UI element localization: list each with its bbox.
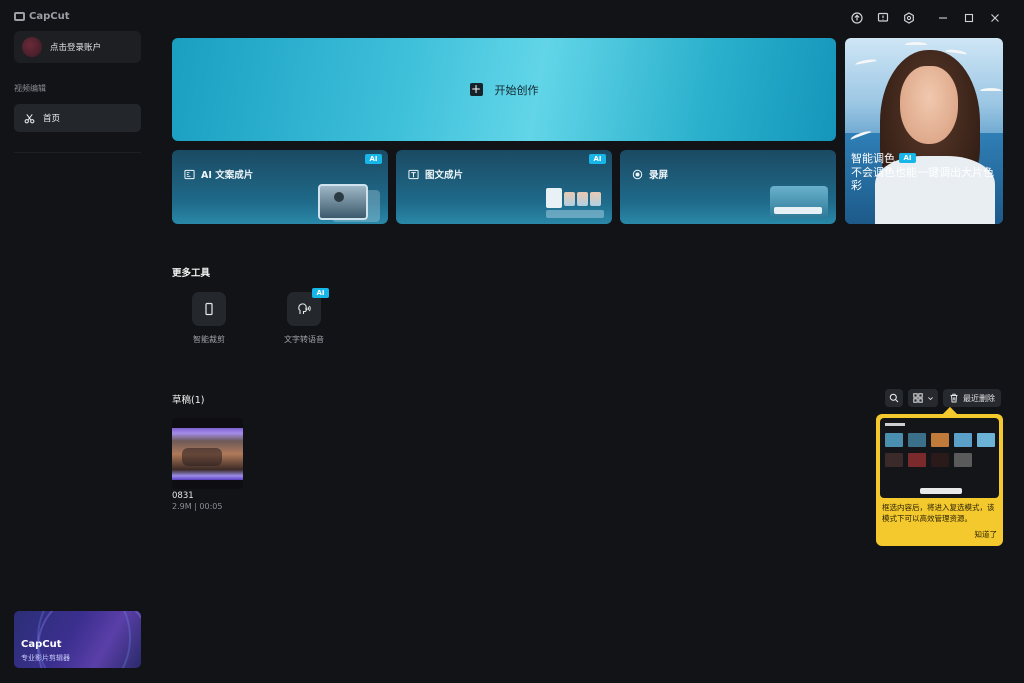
maximize-icon[interactable]	[956, 10, 982, 26]
feature-label: 录屏	[649, 170, 669, 181]
draft-name: 0831	[172, 491, 194, 501]
start-creating-label: 开始创作	[494, 83, 539, 97]
ai-badge: AI	[899, 153, 916, 163]
seagull	[854, 58, 878, 68]
record-icon	[632, 169, 643, 179]
promo-title: CapCut	[21, 639, 62, 650]
smart-color-card[interactable]: 智能调色 AI 不会调色也能一键调出大片色彩	[845, 38, 1003, 224]
portrait-face	[900, 66, 958, 144]
seagull	[905, 42, 927, 48]
card-subtitle: 不会调色也能一键调出大片色彩	[851, 166, 994, 192]
speech-icon	[298, 303, 311, 314]
minimize-icon[interactable]	[930, 10, 956, 26]
drafts-title: 草稿(1)	[172, 395, 205, 406]
trash-icon	[950, 393, 958, 403]
view-toggle-button[interactable]	[908, 389, 938, 407]
tool-text-to-speech[interactable]: AI 文字转语音	[264, 288, 344, 345]
ai-badge: AI	[312, 288, 329, 298]
sidebar-item-home[interactable]: 首页	[14, 104, 141, 132]
promo-banner[interactable]: CapCut 专业影片剪辑器	[14, 611, 141, 668]
close-icon[interactable]	[982, 10, 1008, 26]
tool-label: 文字转语音	[284, 335, 324, 344]
avatar	[22, 37, 42, 57]
grid-view-icon	[912, 393, 923, 403]
preview-recorder	[770, 186, 828, 218]
tooltip-confirm-button[interactable]: 知道了	[975, 529, 998, 540]
draft-item[interactable]	[172, 418, 243, 489]
multi-select-tooltip: 框选内容后，将进入复选模式，该模式下可以高效管理资源。 知道了	[876, 414, 1003, 546]
login-button[interactable]: 点击登录账户	[14, 31, 141, 63]
scissors-icon	[24, 113, 35, 123]
tool-smart-crop[interactable]: 智能裁剪	[169, 292, 249, 345]
preview-thumbnail	[318, 184, 368, 220]
ai-badge: AI	[589, 154, 606, 164]
ai-badge: AI	[365, 154, 382, 164]
feedback-icon[interactable]	[870, 10, 896, 26]
preview-bar	[546, 210, 604, 218]
draft-meta: 2.9M | 00:05	[172, 502, 223, 511]
image-text-icon	[408, 169, 419, 179]
divider	[14, 152, 141, 153]
seagull	[980, 88, 1002, 94]
chevron-down-icon	[927, 396, 933, 400]
more-tools-title: 更多工具	[172, 268, 211, 279]
feature-label: 图文成片	[425, 170, 464, 181]
draft-thumbnail	[172, 428, 243, 480]
crop-icon	[205, 302, 213, 316]
feature-image-text-video[interactable]: 图文成片 AI	[396, 150, 612, 224]
preview-faces	[564, 192, 601, 206]
plus-icon: +	[469, 82, 483, 96]
recent-delete-label: 最近删除	[963, 393, 995, 403]
tooltip-preview	[880, 418, 999, 498]
login-label: 点击登录账户	[50, 43, 102, 53]
settings-icon[interactable]	[896, 10, 922, 26]
preview-doc	[546, 188, 562, 208]
card-title: 智能调色	[851, 152, 895, 165]
feature-ai-script-video[interactable]: AI 文案成片 AI	[172, 150, 388, 224]
sidebar-item-label: 首页	[43, 114, 61, 124]
search-button[interactable]	[885, 389, 903, 407]
tool-label: 智能裁剪	[193, 335, 225, 344]
feature-label: AI 文案成片	[201, 170, 254, 181]
section-label-video-edit: 视频编辑	[14, 84, 46, 93]
recent-delete-button[interactable]: 最近删除	[943, 389, 1001, 407]
sidebar: 点击登录账户 视频编辑 首页 CapCut 专业影片剪辑器	[0, 0, 155, 683]
upload-icon[interactable]	[844, 10, 870, 26]
start-creating-button[interactable]: + 开始创作	[172, 38, 836, 141]
search-icon	[889, 393, 899, 403]
promo-subtitle: 专业影片剪辑器	[21, 654, 70, 662]
feature-screen-record[interactable]: 录屏	[620, 150, 836, 224]
script-icon	[184, 169, 195, 179]
tooltip-text: 框选内容后，将进入复选模式，该模式下可以高效管理资源。	[882, 503, 995, 523]
